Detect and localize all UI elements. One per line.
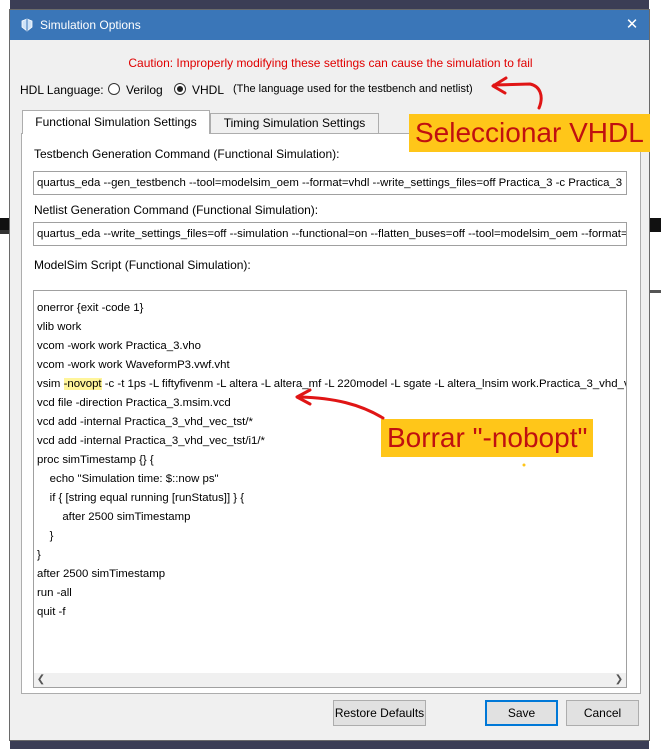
netlist-command-input[interactable]: quartus_eda --write_settings_files=off -…	[33, 222, 627, 246]
cancel-button[interactable]: Cancel	[566, 700, 639, 726]
script-line: vlib work	[37, 321, 82, 333]
script-line: vcom -work work WaveformP3.vwf.vht	[37, 359, 230, 371]
functional-settings-panel: Testbench Generation Command (Functional…	[21, 133, 641, 694]
horizontal-scrollbar[interactable]: ❮ ❯	[34, 673, 626, 687]
tab-timing-simulation[interactable]: Timing Simulation Settings	[210, 113, 379, 133]
script-line: vsim -novopt -c -t 1ps -L fiftyfivenm -L…	[37, 378, 627, 390]
script-line: after 2500 simTimestamp	[37, 568, 166, 580]
vhdl-radio-label[interactable]: VHDL	[192, 83, 224, 97]
script-line: vcd file -direction Practica_3.msim.vcd	[37, 397, 231, 409]
verilog-radio[interactable]	[108, 83, 120, 95]
script-line: echo "Simulation time: $::now ps"	[37, 473, 219, 485]
window-title: Simulation Options	[40, 18, 141, 32]
hdl-language-label: HDL Language:	[20, 83, 104, 97]
script-line: }	[37, 530, 54, 542]
novopt-highlight: -novopt	[63, 378, 102, 390]
script-line: onerror {exit -code 1}	[37, 302, 144, 314]
caution-message: Caution: Improperly modifying these sett…	[128, 56, 533, 70]
testbench-command-input[interactable]: quartus_eda --gen_testbench --tool=model…	[33, 171, 627, 195]
scroll-left-icon[interactable]: ❮	[34, 673, 48, 687]
close-icon[interactable]: ✕	[621, 14, 643, 36]
script-line: vcom -work work Practica_3.vho	[37, 340, 201, 352]
testbench-command-label: Testbench Generation Command (Functional…	[34, 147, 340, 161]
modelsim-script-label: ModelSim Script (Functional Simulation):	[34, 258, 251, 272]
hdl-language-note: (The language used for the testbench and…	[233, 83, 473, 95]
background-band	[649, 218, 661, 232]
annotation-remove-nobopt: Borrar "-nobopt"	[381, 419, 594, 457]
script-lines: onerror {exit -code 1} vlib work vcom -wor…	[37, 299, 627, 622]
vhdl-radio[interactable]	[174, 83, 186, 95]
hdl-language-row: HDL Language: Verilog VHDL (The language…	[20, 82, 640, 100]
script-line: }	[37, 549, 41, 561]
script-line: run -all	[37, 587, 72, 599]
quartus-app-icon	[21, 18, 33, 32]
background-band	[649, 290, 661, 293]
annotation-select-vhdl: Seleccionar VHDL	[409, 114, 650, 152]
verilog-radio-label[interactable]: Verilog	[126, 83, 163, 97]
background-app-right-edge	[649, 0, 661, 749]
title-bar: Simulation Options ✕	[10, 10, 649, 40]
script-line: after 2500 simTimestamp	[37, 511, 191, 523]
netlist-command-label: Netlist Generation Command (Functional S…	[34, 203, 319, 217]
script-line: quit -f	[37, 606, 66, 618]
script-line: if { [string equal running [runStatus]] …	[37, 492, 245, 504]
modelsim-script-textarea[interactable]: onerror {exit -code 1} vlib work vcom -wor…	[33, 290, 627, 688]
restore-defaults-button[interactable]: Restore Defaults	[333, 700, 426, 726]
tab-functional-simulation[interactable]: Functional Simulation Settings	[22, 110, 210, 134]
scroll-right-icon[interactable]: ❯	[612, 673, 626, 687]
save-button[interactable]: Save	[485, 700, 558, 726]
